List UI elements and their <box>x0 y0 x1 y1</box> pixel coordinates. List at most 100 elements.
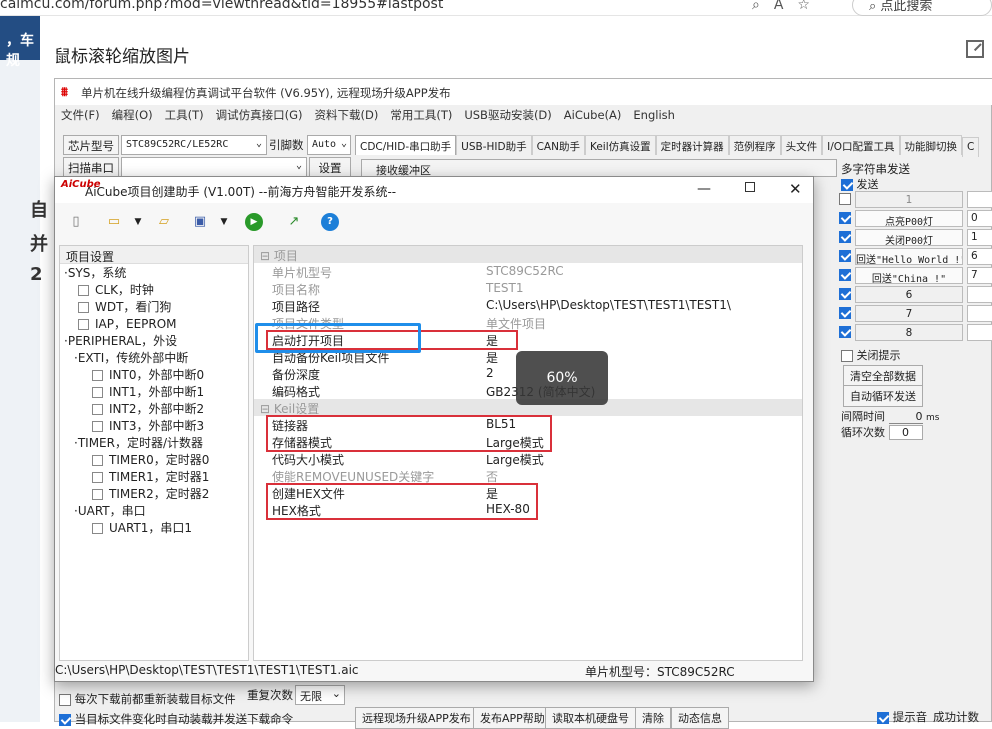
run-icon[interactable]: ▶ <box>245 213 263 231</box>
menu-debug[interactable]: 调试仿真接口(G) <box>216 108 303 122</box>
clear-all-button[interactable]: 清空全部数据 <box>843 365 923 387</box>
tree-checkbox[interactable] <box>92 523 103 534</box>
close-hint-checkbox[interactable] <box>841 350 853 362</box>
send-row-button[interactable]: 7 <box>855 305 963 322</box>
tree-checkbox[interactable] <box>92 404 103 415</box>
tree-node-timer1[interactable]: TIMER1，定时器1 <box>92 468 209 485</box>
tree-node-sys[interactable]: ·SYS，系统 <box>64 264 126 281</box>
tree-node-int0[interactable]: INT0，外部中断0 <box>92 366 204 383</box>
tree-node-exti[interactable]: ·EXTI，传统外部中断 <box>74 349 188 366</box>
tree-checkbox[interactable] <box>78 302 89 313</box>
new-file-icon[interactable]: ▯ <box>67 213 85 231</box>
chevron-down-icon[interactable]: ▼ <box>215 213 233 231</box>
tab-serial-assistant[interactable]: CDC/HID-串口助手 <box>355 135 457 155</box>
tree-checkbox[interactable] <box>92 472 103 483</box>
loop-count-input[interactable]: 0 <box>888 425 923 440</box>
row-hex-field[interactable]: 0 <box>967 210 992 227</box>
menu-tools[interactable]: 工具(T) <box>165 108 204 122</box>
send-row-button[interactable]: 1 <box>855 191 963 208</box>
property-row[interactable]: 项目名称 TEST1 <box>254 280 802 297</box>
menu-download[interactable]: 资料下载(D) <box>315 108 379 122</box>
tree-node-peripheral[interactable]: ·PERIPHERAL，外设 <box>64 332 177 349</box>
tree-node-uart[interactable]: ·UART，串口 <box>74 502 146 519</box>
row-hex-field[interactable]: 1 <box>967 229 992 246</box>
tree-checkbox[interactable] <box>92 421 103 432</box>
tree-node-clk[interactable]: CLK，时钟 <box>78 281 154 298</box>
reload-before-download-checkbox[interactable] <box>59 693 71 706</box>
send-row-button[interactable]: 6 <box>855 286 963 303</box>
send-row-button[interactable]: 回送"China !" <box>855 267 963 284</box>
row-hex-field[interactable] <box>967 286 992 303</box>
publish-app-help-button[interactable]: 发布APP帮助 <box>473 707 552 729</box>
maximize-icon[interactable] <box>745 182 755 192</box>
send-row-button[interactable]: 8 <box>855 324 963 341</box>
row-checkbox[interactable] <box>839 193 851 205</box>
row-checkbox[interactable] <box>839 288 851 300</box>
row-hex-field[interactable]: 7 <box>967 267 992 284</box>
serial-port-select[interactable]: ⌄ <box>121 157 307 177</box>
auto-loop-send-button[interactable]: 自动循环发送 <box>843 385 923 407</box>
tree-node-timer0[interactable]: TIMER0，定时器0 <box>92 451 209 468</box>
close-icon[interactable]: ✕ <box>789 180 802 198</box>
category-project[interactable]: ⊟ 项目 <box>254 246 802 263</box>
tree-checkbox[interactable] <box>92 455 103 466</box>
menu-english[interactable]: English <box>633 108 675 122</box>
property-row[interactable]: 使能REMOVEUNUSED关键字否 <box>254 467 802 484</box>
property-row[interactable]: 项目路径 C:\Users\HP\Desktop\TEST\TEST1\TEST1… <box>254 297 802 314</box>
clear-button[interactable]: 清除 <box>635 707 671 729</box>
send-row-button[interactable]: 回送"Hello World !" <box>855 248 963 265</box>
tree-node-int2[interactable]: INT2，外部中断2 <box>92 400 204 417</box>
row-checkbox[interactable] <box>839 269 851 281</box>
tree-checkbox[interactable] <box>92 489 103 500</box>
settings-button[interactable]: 设置 <box>309 157 351 177</box>
recent-folder-icon[interactable]: ▱ <box>155 213 173 231</box>
export-icon[interactable]: ↗ <box>285 213 303 231</box>
minimize-icon[interactable]: — <box>697 181 711 197</box>
favorite-star-icon[interactable]: ☆ <box>797 0 824 13</box>
tab-more[interactable]: C <box>962 137 980 157</box>
read-disk-id-button[interactable]: 读取本机硬盘号 <box>545 707 636 729</box>
tree-node-timer[interactable]: ·TIMER，定时器/计数器 <box>74 434 203 451</box>
tab-usb-hid[interactable]: USB-HID助手 <box>456 135 532 155</box>
row-checkbox[interactable] <box>839 307 851 319</box>
tree-node-timer2[interactable]: TIMER2，定时器2 <box>92 485 209 502</box>
menu-program[interactable]: 编程(O) <box>112 108 153 122</box>
menu-common-tools[interactable]: 常用工具(T) <box>390 108 452 122</box>
row-checkbox[interactable] <box>839 326 851 338</box>
open-folder-icon[interactable]: ▭ <box>105 213 123 231</box>
tree-checkbox[interactable] <box>92 370 103 381</box>
help-icon[interactable]: ? <box>321 213 339 231</box>
tab-examples[interactable]: 范例程序 <box>728 135 781 155</box>
chevron-down-icon[interactable]: ▼ <box>129 213 147 231</box>
property-row[interactable]: 单片机型号 STC89C52RC <box>254 263 802 280</box>
auto-load-checkbox[interactable] <box>59 713 71 726</box>
tree-node-int3[interactable]: INT3，外部中断3 <box>92 417 204 434</box>
pin-count-select[interactable]: Auto ⌄ <box>307 135 351 155</box>
save-icon[interactable]: ▣ <box>191 213 209 231</box>
tree-node-int1[interactable]: INT1，外部中断1 <box>92 383 204 400</box>
tab-keil-sim[interactable]: Keil仿真设置 <box>584 135 656 155</box>
tree-node-uart1[interactable]: UART1，串口1 <box>92 519 192 536</box>
property-row[interactable]: 代码大小模式 Large模式 <box>254 450 802 467</box>
row-checkbox[interactable] <box>839 231 851 243</box>
tree-node-iap[interactable]: IAP，EEPROM <box>78 315 177 332</box>
menu-file[interactable]: 文件(F) <box>61 108 100 122</box>
retry-count-select[interactable]: 无限 ⌄ <box>295 685 345 705</box>
tree-checkbox[interactable] <box>78 319 89 330</box>
chip-model-select[interactable]: STC89C52RC/LE52RC ⌄ <box>121 135 267 155</box>
row-hex-field[interactable] <box>967 305 992 322</box>
menu-aicube[interactable]: AiCube(A) <box>564 108 622 122</box>
address-bar[interactable]: caimcu.com/forum.php?mod=viewthread&tid=… <box>0 0 443 12</box>
menu-usb-driver[interactable]: USB驱动安装(D) <box>464 108 551 122</box>
read-aloud-icon[interactable]: A <box>774 0 798 13</box>
send-row-button[interactable]: 关闭P00灯 <box>855 229 963 246</box>
send-row-button[interactable]: 点亮P00灯 <box>855 210 963 227</box>
scan-port-button[interactable]: 扫描串口 <box>63 157 119 177</box>
browser-search-box[interactable]: ⌕ 点此搜索 <box>852 0 992 16</box>
zoom-icon[interactable]: ⌕ <box>752 0 774 13</box>
row-hex-field[interactable] <box>967 324 992 341</box>
row-hex-field[interactable]: 6 <box>967 248 992 265</box>
dynamic-info-button[interactable]: 动态信息 <box>671 707 729 729</box>
tab-io-config[interactable]: I/O口配置工具 <box>822 135 900 155</box>
row-checkbox[interactable] <box>839 212 851 224</box>
